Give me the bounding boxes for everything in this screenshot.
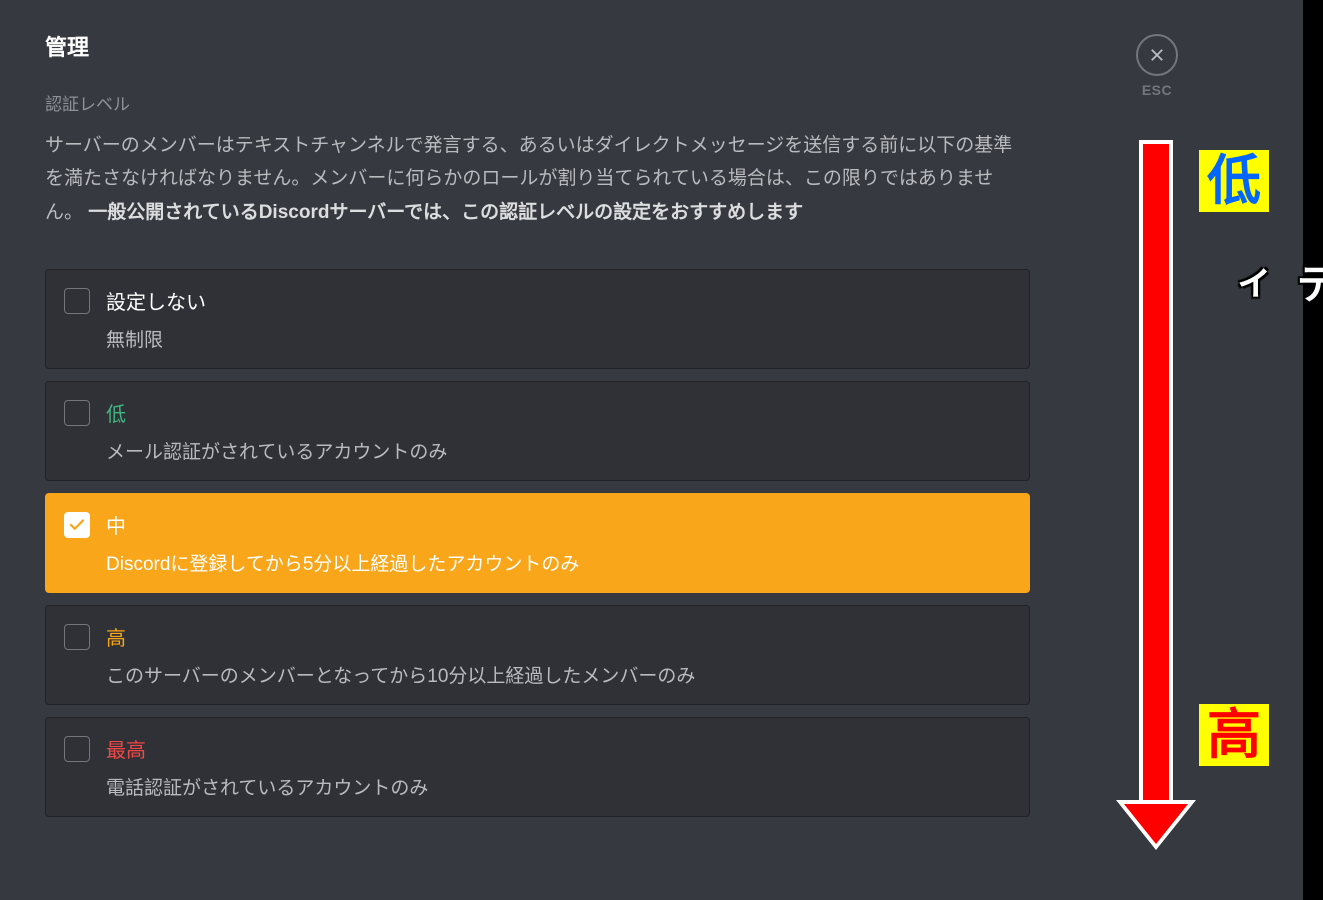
description-bold: 一般公開されているDiscordサーバーでは、この認証レベルの設定をおすすめしま… (88, 202, 803, 223)
option-title: 設定しない (106, 286, 1011, 315)
option-title: 低 (106, 398, 1011, 427)
option-text: 設定しない無制限 (106, 286, 1011, 352)
option-description: メール認証がされているアカウントのみ (106, 437, 1011, 464)
close-container: ESC (1136, 34, 1178, 98)
option-text: 低メール認証がされているアカウントのみ (106, 398, 1011, 464)
option-text: 高このサーバーのメンバーとなってから10分以上経過したメンバーのみ (106, 622, 1011, 688)
option-description: このサーバーのメンバーとなってから10分以上経過したメンバーのみ (106, 661, 1011, 688)
verification-option-none[interactable]: 設定しない無制限 (45, 269, 1030, 369)
annotation-high-badge: 高 (1199, 704, 1269, 766)
settings-panel: 管理 認証レベル サーバーのメンバーはテキストチャンネルで発言する、あるいはダイ… (0, 0, 1075, 847)
option-description: 電話認証がされているアカウントのみ (106, 773, 1011, 800)
verification-option-high[interactable]: 高このサーバーのメンバーとなってから10分以上経過したメンバーのみ (45, 605, 1030, 705)
annotation-security-text: セキュリティ (1213, 262, 1323, 316)
checkbox-high[interactable] (64, 624, 90, 650)
arrow-down-icon (1121, 140, 1190, 850)
close-icon (1148, 46, 1166, 64)
option-title: 高 (106, 622, 1011, 651)
annotation-overlay: 低 セキュリティ 高 (1103, 140, 1323, 860)
checkmark-icon (68, 516, 86, 534)
verification-option-low[interactable]: 低メール認証がされているアカウントのみ (45, 381, 1030, 481)
verification-options: 設定しない無制限低メール認証がされているアカウントのみ中 Discordに登録して… (45, 269, 1030, 817)
annotation-low-badge: 低 (1199, 150, 1269, 212)
option-title: 中 (106, 510, 1011, 539)
checkbox-low[interactable] (64, 400, 90, 426)
section-description: サーバーのメンバーはテキストチャンネルで発言する、あるいはダイレクトメッセージを… (45, 129, 1030, 229)
option-text: 最高電話認証がされているアカウントのみ (106, 734, 1011, 800)
page-title: 管理 (45, 30, 1030, 62)
option-description: 無制限 (106, 325, 1011, 352)
esc-label: ESC (1142, 82, 1172, 98)
section-label: 認証レベル (45, 90, 1030, 115)
option-title: 最高 (106, 734, 1011, 763)
verification-option-highest[interactable]: 最高電話認証がされているアカウントのみ (45, 717, 1030, 817)
checkbox-highest[interactable] (64, 736, 90, 762)
verification-option-medium[interactable]: 中 Discordに登録してから5分以上経過したアカウントのみ (45, 493, 1030, 593)
option-text: 中 Discordに登録してから5分以上経過したアカウントのみ (106, 510, 1011, 576)
checkbox-none[interactable] (64, 288, 90, 314)
close-button[interactable] (1136, 34, 1178, 76)
option-description: Discordに登録してから5分以上経過したアカウントのみ (106, 549, 1011, 576)
checkbox-medium[interactable] (64, 512, 90, 538)
